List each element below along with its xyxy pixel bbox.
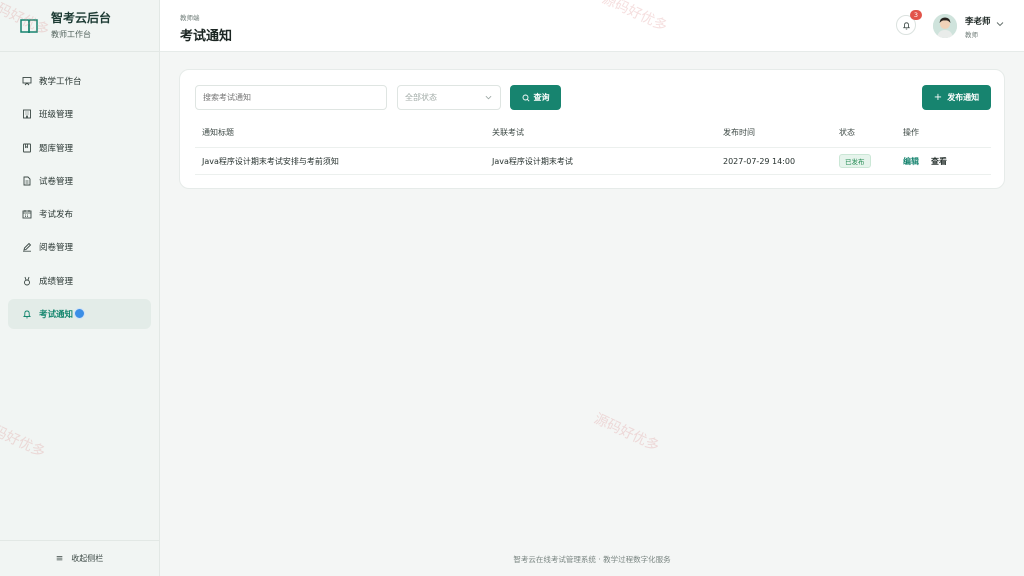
- chevron-down-icon: [485, 95, 492, 100]
- status-select[interactable]: 全部状态: [397, 85, 501, 110]
- sidebar-item-classes[interactable]: 班级管理: [8, 99, 151, 129]
- brand: 智考云后台 教师工作台: [0, 0, 159, 52]
- sidebar-item-label: 试卷管理: [39, 176, 74, 187]
- chevron-down-icon[interactable]: [996, 20, 1004, 28]
- notice-title: Java程序设计期末考试安排与考前须知: [202, 156, 339, 166]
- sidebar-nav: 教学工作台 班级管理 题库管理 试卷管理 考试发布 阅卷管理 成绩管理 考试通知: [0, 52, 159, 330]
- sidebar-item-label: 教学工作台: [39, 77, 82, 87]
- publish-time: 2027-07-29 14:00: [723, 156, 796, 166]
- question-bank-icon: [22, 143, 32, 153]
- building-icon: [22, 109, 32, 119]
- sidebar-item-question-bank[interactable]: 题库管理: [8, 133, 151, 163]
- medal-icon: [22, 276, 32, 286]
- sidebar-item-label: 题库管理: [39, 143, 74, 154]
- notification-dot: [74, 308, 85, 320]
- actions-cell: 编辑 查看: [903, 148, 947, 174]
- sidebar-item-papers[interactable]: 试卷管理: [8, 166, 151, 196]
- table-header: 通知标题 关联考试 发布时间 状态 操作: [195, 125, 991, 148]
- sidebar-item-label: 阅卷管理: [39, 243, 74, 254]
- sidebar-item-scores[interactable]: 成绩管理: [8, 266, 151, 296]
- brand-title: 智考云后台: [51, 11, 112, 25]
- avatar[interactable]: [933, 14, 957, 38]
- notice-card: 全部状态 查询 + 发布通知 通知标题 关联考试 发布时间 状态 操作 Java…: [179, 69, 1005, 189]
- sidebar-item-dashboard[interactable]: 教学工作台: [8, 66, 151, 96]
- column-header-title: 通知标题: [202, 128, 234, 137]
- column-header-time: 发布时间: [723, 128, 755, 137]
- publish-label: 发布通知: [947, 93, 980, 102]
- query-button[interactable]: 查询: [510, 85, 561, 110]
- brand-subtitle: 教师工作台: [51, 30, 91, 39]
- sidebar-item-label: 考试发布: [39, 210, 74, 221]
- view-link[interactable]: 查看: [931, 156, 947, 167]
- calendar-icon: [22, 209, 32, 219]
- related-exam: Java程序设计期末考试: [492, 156, 573, 166]
- book-icon: [20, 18, 38, 33]
- sidebar-item-exam-publish[interactable]: 考试发布: [8, 199, 151, 229]
- edit-link[interactable]: 编辑: [903, 156, 919, 167]
- sidebar: 智考云后台 教师工作台 教学工作台 班级管理 题库管理 试卷管理 考试发布 阅卷…: [0, 0, 160, 576]
- notification-count-badge: 3: [910, 10, 922, 20]
- chalkboard-icon: [22, 76, 32, 86]
- pen-icon: [22, 242, 32, 253]
- user-name[interactable]: 李老师: [965, 15, 991, 27]
- column-header-actions: 操作: [903, 128, 919, 137]
- column-header-exam: 关联考试: [492, 128, 524, 137]
- page-title: 考试通知: [180, 29, 233, 44]
- search-input[interactable]: [195, 85, 387, 110]
- collapse-sidebar-button[interactable]: ≡ 收起侧栏: [0, 540, 159, 576]
- bell-icon: [902, 21, 910, 29]
- bell-icon: [22, 309, 32, 319]
- user-role: 教师: [965, 31, 978, 39]
- table-row: Java程序设计期末考试安排与考前须知 Java程序设计期末考试 2027-07…: [195, 148, 991, 175]
- sidebar-item-label: 班级管理: [39, 110, 74, 121]
- menu-icon: ≡: [55, 553, 64, 564]
- sidebar-item-label: 成绩管理: [39, 276, 74, 287]
- sidebar-item-exam-notice[interactable]: 考试通知: [8, 299, 151, 330]
- plus-icon: +: [933, 92, 943, 103]
- document-icon: [22, 176, 32, 186]
- status-cell: 已发布: [839, 148, 871, 174]
- sidebar-item-grading[interactable]: 阅卷管理: [8, 232, 151, 262]
- footer: 智考云在线考试管理系统 · 教学过程数字化服务: [513, 555, 671, 564]
- status-badge: 已发布: [839, 154, 871, 168]
- sidebar-item-label: 考试通知: [39, 310, 74, 321]
- publish-notice-button[interactable]: + 发布通知: [922, 85, 991, 110]
- status-select-value: 全部状态: [405, 93, 437, 102]
- query-label: 查询: [533, 93, 550, 102]
- collapse-label: 收起侧栏: [71, 554, 104, 563]
- column-header-status: 状态: [839, 128, 855, 137]
- breadcrumb: 教师端: [180, 14, 200, 22]
- header: 教师端 考试通知 3 李老师 教师: [160, 0, 1024, 52]
- watermark: 源码好优多: [591, 410, 662, 455]
- search-icon: [522, 94, 530, 102]
